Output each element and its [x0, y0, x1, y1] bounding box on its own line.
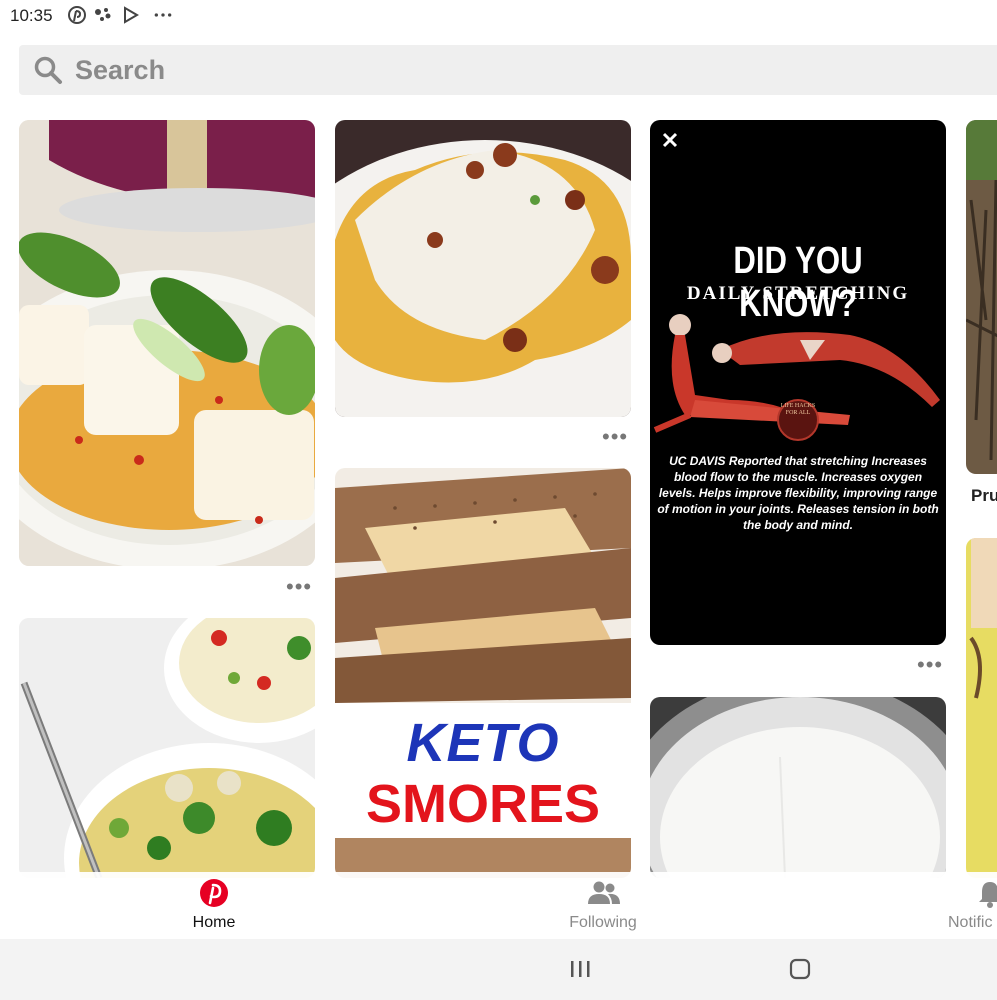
stretching-badge: LIFE HACKS FOR ALL	[780, 403, 816, 416]
pin-partial-garden[interactable]	[966, 120, 997, 474]
steamed-fish-image	[19, 120, 315, 566]
bottom-nav: Home Following Notific	[0, 872, 997, 939]
pin-more-button[interactable]: •••	[602, 426, 628, 448]
pin-more-button[interactable]: •••	[286, 576, 312, 598]
thai-soup-image	[19, 618, 315, 878]
smores-line: SMORES	[365, 774, 601, 834]
keto-line: KETO	[406, 713, 560, 773]
nav-home[interactable]: Home	[164, 872, 264, 939]
pin-daily-stretching[interactable]: DID YOU KNOW? DAILY STRETCHING LIFE HACK…	[650, 120, 946, 645]
search-input[interactable]	[75, 53, 675, 87]
pin-steamed-fish[interactable]	[19, 120, 315, 566]
status-bar: 10:35	[0, 0, 997, 32]
partial-yellow-image	[966, 538, 997, 878]
nav-home-label: Home	[192, 914, 236, 931]
pin-cauliflower-casserole[interactable]	[335, 120, 631, 417]
pin-keto-smores[interactable]: KETO SMORES	[335, 468, 631, 878]
cheese-pot-image	[650, 697, 946, 878]
nav-following-label: Following	[569, 914, 637, 931]
pinterest-home-icon	[200, 879, 228, 907]
pin-homemade-cheese[interactable]	[650, 697, 946, 878]
nav-following[interactable]: Following	[553, 872, 653, 939]
home-button-icon[interactable]	[789, 958, 811, 980]
more-notifications-icon	[154, 13, 172, 17]
pinterest-notification-icon	[68, 6, 86, 24]
pin-partial-yellow[interactable]	[966, 538, 997, 878]
search-bar[interactable]	[19, 45, 997, 95]
search-icon	[34, 56, 62, 84]
status-time: 10:35	[10, 6, 53, 25]
assistant-dots-icon	[95, 8, 111, 21]
partial-pin-title: Pru	[971, 486, 997, 505]
close-icon[interactable]	[660, 130, 680, 150]
stretching-body: UC DAVIS Reported that stretching Increa…	[657, 454, 939, 532]
following-people-icon	[588, 881, 620, 904]
system-nav-bar	[0, 939, 997, 1000]
play-store-icon	[124, 6, 139, 24]
garden-image	[966, 120, 997, 474]
casserole-image	[335, 120, 631, 417]
pin-more-button[interactable]: •••	[917, 654, 943, 676]
bell-icon	[979, 882, 997, 908]
nav-notifications-label: Notific	[948, 914, 993, 931]
stretching-anatomy-image	[653, 314, 940, 441]
nav-notifications[interactable]: Notific	[945, 872, 997, 939]
stretching-subheadline: DAILY STRETCHING	[686, 283, 910, 304]
pin-thai-soup[interactable]	[19, 618, 315, 878]
recent-apps-icon[interactable]	[568, 959, 592, 979]
